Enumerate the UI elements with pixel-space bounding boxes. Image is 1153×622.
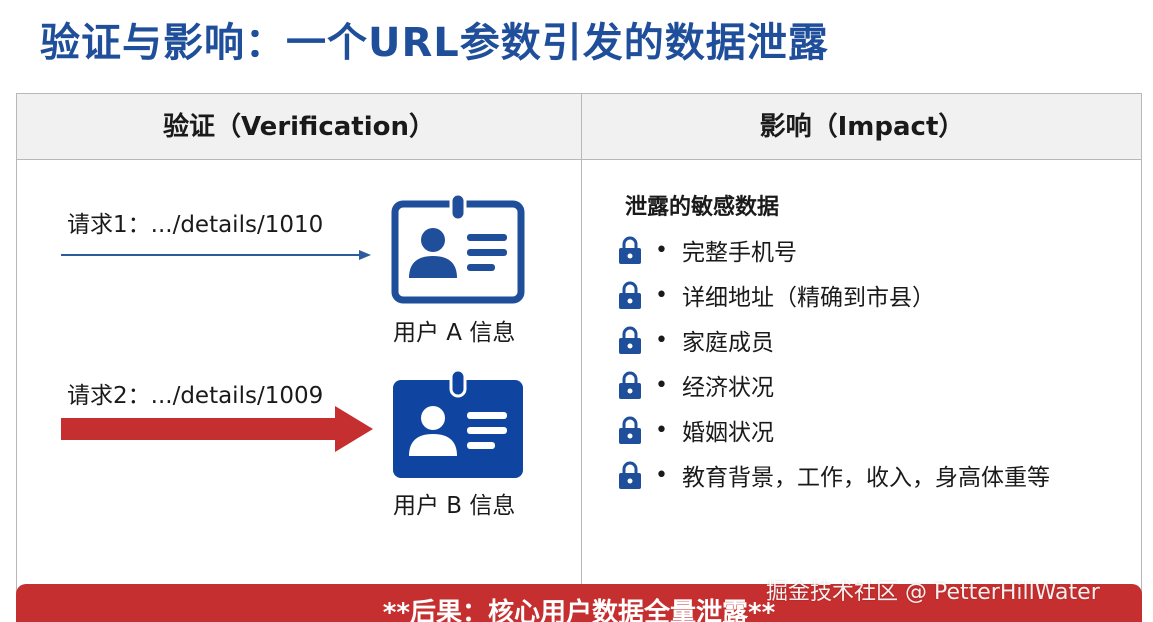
bullet: • — [655, 417, 668, 443]
impact-item: 经济状况 — [681, 375, 774, 401]
request-1-label: 请求1：.../details/1010 — [67, 212, 324, 238]
bullet: • — [655, 462, 668, 488]
table-header-row: 验证（Verification） 影响（Impact） — [17, 94, 1141, 160]
id-card-filled-icon — [393, 370, 523, 478]
user-b-label: 用户 B 信息 — [393, 493, 516, 519]
page-title: 验证与影响：一个URL参数引发的数据泄露 — [40, 20, 829, 66]
list-item: • 完整手机号 — [617, 235, 797, 266]
impact-header: 影响（Impact） — [759, 112, 965, 142]
list-item: • 家庭成员 — [617, 325, 774, 356]
lock-icon — [619, 371, 641, 399]
impact-item: 详细地址（精确到市县） — [681, 285, 935, 311]
list-item: • 婚姻状况 — [617, 415, 774, 446]
id-card-icon — [391, 194, 525, 304]
lock-icon — [619, 326, 641, 354]
impact-item: 家庭成员 — [681, 330, 774, 356]
column-divider — [581, 94, 582, 622]
thick-arrow-icon — [61, 406, 373, 452]
lock-icon — [619, 236, 641, 264]
bullet: • — [655, 282, 668, 308]
list-item: • 经济状况 — [617, 370, 774, 401]
impact-item: 婚姻状况 — [681, 420, 774, 446]
impact-item: 教育背景，工作，收入，身高体重等 — [681, 465, 1050, 491]
bullet: • — [655, 237, 668, 263]
bullet: • — [655, 372, 668, 398]
list-item: • 详细地址（精确到市县） — [617, 280, 935, 311]
bullet: • — [655, 327, 668, 353]
lock-icon — [619, 416, 641, 444]
thin-arrow-icon — [61, 250, 371, 260]
lock-icon — [619, 461, 641, 489]
impact-item: 完整手机号 — [681, 240, 797, 266]
lock-icon — [619, 281, 641, 309]
verification-header: 验证（Verification） — [162, 112, 435, 142]
user-a-label: 用户 A 信息 — [393, 320, 516, 346]
impact-heading: 泄露的敏感数据 — [625, 195, 780, 220]
watermark: 掘金技术社区 @ PetterHillWater — [766, 580, 1100, 605]
list-item: • 教育背景，工作，收入，身高体重等 — [617, 460, 1050, 491]
verification-impact-table: 验证（Verification） 影响（Impact） 请求1：.../deta… — [16, 93, 1142, 622]
